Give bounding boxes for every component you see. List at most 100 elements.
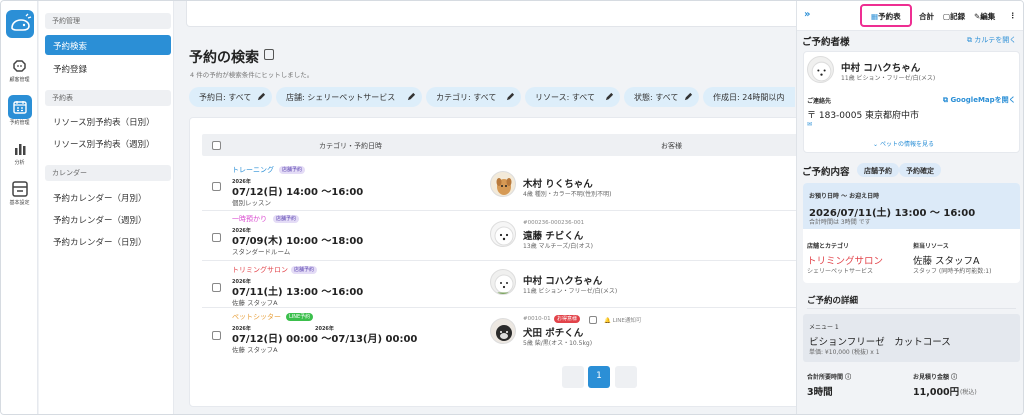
pencil-icon (407, 92, 416, 101)
customer-name[interactable]: 中村 コハクちゃん (523, 273, 602, 287)
customer-info: 4歳 種別・カラー不明(性別不明) (523, 191, 612, 198)
filter-chip-date[interactable]: 予約日: すべて (189, 87, 272, 107)
nav-item-search[interactable]: 予約検索 (45, 35, 171, 55)
store-category: トリミングサロン (807, 256, 884, 267)
page-1-button[interactable]: 1 (588, 366, 610, 388)
panel-customer-name[interactable]: 中村 コハクちゃん (841, 60, 920, 74)
estimate-value: 11,000円 (913, 387, 960, 398)
avatar (490, 171, 516, 197)
nav-item-calendar-month[interactable]: 予約カレンダー（月別） (45, 187, 171, 207)
googlemap-label: GoogleMapを開く (950, 96, 1016, 104)
row-category[interactable]: トリミングサロン (232, 265, 288, 275)
nav-item-register[interactable]: 予約登録 (45, 58, 171, 78)
row-category[interactable]: トレーニング (232, 165, 274, 175)
nav-section-calendar: カレンダー (45, 165, 171, 181)
row-checkbox[interactable] (212, 331, 221, 340)
row-detail: 佐藤 スタッフA (232, 346, 278, 354)
panel-customer-info: 11歳 ビション・フリーゼ/白(メス) (841, 75, 936, 82)
store-label: 店舗とカテゴリ (807, 243, 850, 250)
prev-page-button[interactable] (562, 366, 584, 388)
line-note-label: LINE通知可 (612, 318, 642, 324)
content-heading: ご予約内容 (802, 167, 850, 178)
row-checkbox[interactable] (212, 283, 221, 292)
note-icon (589, 316, 597, 324)
rail-item-analytics[interactable]: 分析 (1, 139, 38, 167)
filter-label: 予約日: すべて (199, 93, 252, 102)
avatar (490, 221, 516, 247)
reservation-table-label: 予約表 (878, 12, 901, 21)
customer-name[interactable]: 木村 りくちゃん (523, 176, 593, 190)
menu-price: 単価: ¥10,000 (税抜) x 1 (809, 349, 880, 356)
reservation-table-link[interactable]: ▦予約表 (871, 11, 901, 22)
row-datetime: 07/09(木) 10:00 〜18:00 (232, 236, 364, 247)
filter-chip-status[interactable]: 状態: すべて (624, 87, 699, 107)
contact-label: ご連絡先 (807, 98, 832, 105)
pet-info-link[interactable]: ⌄ ペットの情報を見る (873, 139, 934, 148)
rail-item-customers[interactable]: 顧客管理 (1, 56, 38, 84)
duration-label: 合計所要時間 ⓘ (807, 374, 852, 381)
detail-heading: ご予約の詳細 (807, 296, 859, 306)
customer-id: #0010-01 (523, 316, 551, 322)
rail-item-settings[interactable]: 基本設定 (1, 179, 38, 207)
rail-label: 予約管理 (9, 120, 30, 126)
app-logo[interactable] (6, 10, 34, 38)
nav-item-calendar-day[interactable]: 予約カレンダー（日別） (45, 231, 171, 251)
resource-note: スタッフ (同時予約可能数:1) (913, 268, 992, 275)
menu-label: メニュー 1 (809, 324, 839, 331)
status-pill: 店舗予約 (857, 163, 899, 177)
avatar (490, 269, 516, 295)
row-category[interactable]: 一時預かり (232, 214, 267, 224)
customer-info: 13歳 マルチーズ/白(オス) (523, 243, 593, 250)
app-window: 顧客管理 予約管理 分析 基本設定 予約管理 予約検索 予約登録 予約表 リソー… (0, 0, 1024, 415)
nav-item-resource-weekly[interactable]: リソース別予約表（週別） (45, 133, 171, 153)
time-note: 合計時間は 3時間 です (809, 219, 871, 226)
mail-icon[interactable]: ✉ (807, 121, 812, 128)
edit-label: 編集 (980, 12, 996, 21)
filter-chip-resource[interactable]: リソース: すべて (525, 87, 620, 107)
row-detail: スタンダードルーム (232, 248, 291, 256)
nav-section-schedule: 予約表 (45, 90, 171, 106)
collapse-icon[interactable]: » (804, 9, 810, 20)
filter-chip-store[interactable]: 店舗: シェリーペットサービス (276, 87, 422, 107)
duration-label-text: 合計所要時間 (807, 374, 844, 381)
row-detail: 個別レッスン (232, 199, 271, 207)
row-checkbox[interactable] (212, 182, 221, 191)
filter-label: 店舗: シェリーペットサービス (286, 93, 396, 102)
customer-name[interactable]: 遠藤 チビくん (523, 228, 583, 242)
estimate-label-text: お見積り金額 (913, 374, 950, 381)
clipboard-icon[interactable] (264, 49, 274, 60)
googlemap-link[interactable]: ⧉ GoogleMapを開く (943, 95, 1016, 105)
karte-link[interactable]: ⧉ カルテを開く (967, 35, 1016, 45)
row-divider (202, 210, 806, 211)
row-checkbox[interactable] (212, 233, 221, 242)
header-category: カテゴリ・予約日時 (319, 142, 382, 150)
row-tag: LINE予約 (286, 313, 314, 321)
detail-panel: » ▦予約表 合計 ▢記録 ✎編集 ⋮ ご予約者様 ⧉ カルテを開く 中村 コハ… (796, 1, 1023, 414)
estimate-label: お見積り金額 ⓘ (913, 374, 958, 381)
select-all-checkbox[interactable] (212, 141, 221, 150)
row-divider (202, 260, 806, 261)
customer-name[interactable]: 犬田 ポチくん (523, 325, 583, 339)
address: 〒 183-0005 東京都府中市 (807, 111, 920, 121)
pencil-icon (684, 92, 693, 101)
row-datetime: 07/12(日) 00:00 〜07/13(月) 00:00 (232, 334, 418, 345)
customer-info: 11歳 ビション・フリーゼ/白(メス) (523, 288, 618, 295)
filter-label: リソース: すべて (535, 93, 595, 102)
filter-chip-created[interactable]: 作成日: 24時間以内 (703, 87, 795, 107)
karte-link-label: カルテを開く (974, 36, 1017, 44)
edit-link[interactable]: ✎編集 (974, 11, 995, 22)
filter-chip-category[interactable]: カテゴリ: すべて (426, 87, 521, 107)
filter-label: カテゴリ: すべて (436, 93, 497, 102)
nav-item-resource-daily[interactable]: リソース別予約表（日別） (45, 111, 171, 131)
row-category[interactable]: ペットシッター (232, 312, 281, 322)
nav-item-calendar-week[interactable]: 予約カレンダー（週別） (45, 209, 171, 229)
more-icon[interactable]: ⋮ (1009, 11, 1017, 20)
table-header (202, 134, 806, 156)
next-page-button[interactable] (615, 366, 637, 388)
total-link[interactable]: 合計 (919, 11, 934, 22)
record-link[interactable]: ▢記録 (943, 11, 965, 22)
pencil-icon (506, 92, 515, 101)
rail-item-reservations[interactable]: 予約管理 (1, 95, 38, 127)
row-detail: 佐藤 スタッフA (232, 299, 278, 307)
result-count: 4 件の予約が検索条件にヒットしました。 (190, 71, 314, 79)
